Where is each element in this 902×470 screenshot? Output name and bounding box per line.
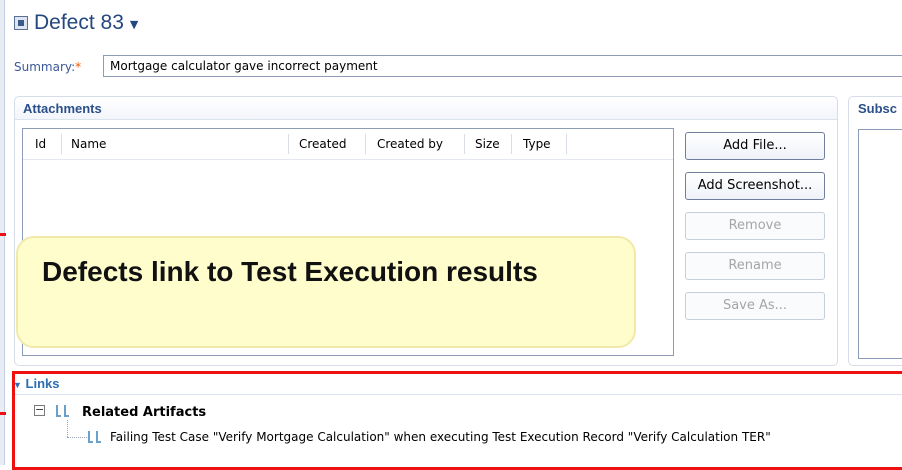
related-artifacts-label[interactable]: Related Artifacts <box>82 405 206 420</box>
required-marker: * <box>75 60 82 74</box>
tree-connector <box>67 420 68 437</box>
add-screenshot-button[interactable]: Add Screenshot... <box>685 172 825 200</box>
related-artifacts-icon <box>56 404 74 418</box>
subscribers-list[interactable] <box>858 129 902 359</box>
page-title: Defect 83 <box>34 11 124 34</box>
divider <box>15 394 902 395</box>
summary-field[interactable] <box>103 55 902 77</box>
remove-button[interactable]: Remove <box>685 212 825 240</box>
tree-connector <box>67 437 87 438</box>
column-separator <box>288 134 289 154</box>
subscribers-section: Subsc <box>848 96 902 366</box>
attachments-title: Attachments <box>23 101 102 116</box>
table-header: Id Name Created Created by Size Type <box>23 129 673 160</box>
column-separator <box>61 134 62 154</box>
column-separator <box>566 134 567 154</box>
summary-label-text: Summary: <box>14 60 76 74</box>
add-file-button[interactable]: Add File... <box>685 132 825 160</box>
annotation-callout: Defects link to Test Execution results <box>16 236 636 348</box>
column-separator <box>511 134 512 154</box>
save-as-button[interactable]: Save As... <box>685 292 825 320</box>
column-separator <box>365 134 366 154</box>
column-header-id[interactable]: Id <box>35 137 46 151</box>
column-header-size[interactable]: Size <box>475 137 500 151</box>
defect-title-row[interactable]: Defect 83 ▼ <box>14 8 138 38</box>
collapse-triangle-icon[interactable]: ▼ <box>13 380 22 390</box>
collapse-minus-icon[interactable]: − <box>34 404 45 416</box>
links-section-header[interactable]: ▼ Links <box>13 376 60 391</box>
chevron-down-icon[interactable]: ▼ <box>130 18 138 31</box>
column-header-created[interactable]: Created <box>299 137 347 151</box>
column-header-created-by[interactable]: Created by <box>377 137 443 151</box>
highlight-marker <box>0 233 6 236</box>
links-title: Links <box>25 376 60 391</box>
column-separator <box>464 134 465 154</box>
column-header-name[interactable]: Name <box>71 137 106 151</box>
summary-label: Summary:* <box>14 60 81 74</box>
column-header-type[interactable]: Type <box>523 137 551 151</box>
highlight-marker <box>0 412 6 415</box>
links-highlight-box <box>12 371 902 470</box>
defect-icon <box>14 16 28 30</box>
link-item[interactable]: Failing Test Case "Verify Mortgage Calcu… <box>110 430 771 444</box>
rename-button[interactable]: Rename <box>685 252 825 280</box>
artifact-link-icon <box>88 430 106 444</box>
subscribers-title: Subsc <box>858 101 898 116</box>
attachments-header: Attachments <box>15 97 837 120</box>
